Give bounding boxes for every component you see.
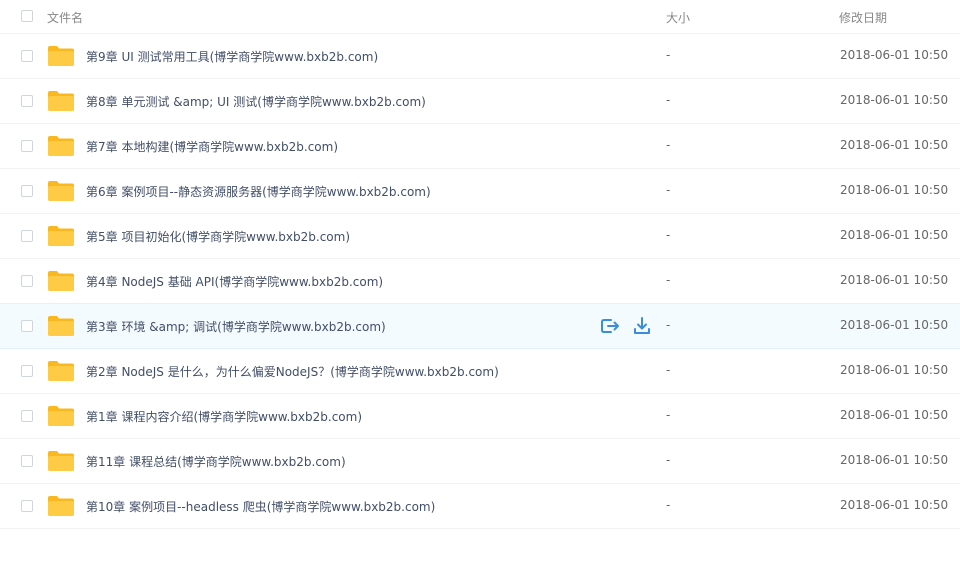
file-date: 2018-06-01 10:50	[840, 93, 949, 107]
folder-icon	[48, 226, 74, 246]
file-size: -	[666, 273, 671, 287]
file-name[interactable]: 第1章 课程内容介绍(博学商学院www.bxb2b.com)	[86, 408, 362, 425]
file-date: 2018-06-01 10:50	[840, 318, 949, 332]
file-date: 2018-06-01 10:50	[840, 453, 949, 467]
file-row[interactable]: 第2章 NodeJS 是什么，为什么偏爱NodeJS？(博学商学院www.bxb…	[0, 349, 960, 394]
share-icon[interactable]	[600, 317, 620, 335]
file-size: -	[666, 363, 671, 377]
file-row[interactable]: 第6章 案例项目--静态资源服务器(博学商学院www.bxb2b.com) - …	[0, 169, 960, 214]
file-date: 2018-06-01 10:50	[840, 363, 949, 377]
row-checkbox[interactable]	[21, 320, 33, 332]
file-name[interactable]: 第10章 案例项目--headless 爬虫(博学商学院www.bxb2b.co…	[86, 498, 435, 515]
folder-icon	[48, 136, 74, 156]
file-size: -	[666, 408, 671, 422]
row-checkbox[interactable]	[21, 140, 33, 152]
row-checkbox[interactable]	[21, 50, 33, 62]
file-row[interactable]: 第3章 环境 &amp; 调试(博学商学院www.bxb2b.com) - 20…	[0, 303, 960, 349]
file-name[interactable]: 第5章 项目初始化(博学商学院www.bxb2b.com)	[86, 228, 350, 245]
column-header-size[interactable]: 大小	[666, 9, 690, 26]
file-name[interactable]: 第8章 单元测试 &amp; UI 测试(博学商学院www.bxb2b.com)	[86, 93, 426, 110]
folder-icon	[48, 46, 74, 66]
file-row[interactable]: 第10章 案例项目--headless 爬虫(博学商学院www.bxb2b.co…	[0, 484, 960, 529]
file-date: 2018-06-01 10:50	[840, 273, 949, 287]
folder-icon	[48, 271, 74, 291]
file-date: 2018-06-01 10:50	[840, 183, 949, 197]
folder-icon	[48, 181, 74, 201]
row-checkbox[interactable]	[21, 275, 33, 287]
file-row[interactable]: 第5章 项目初始化(博学商学院www.bxb2b.com) - 2018-06-…	[0, 214, 960, 259]
file-date: 2018-06-01 10:50	[840, 408, 949, 422]
select-all-checkbox[interactable]	[21, 10, 33, 22]
folder-icon	[48, 361, 74, 381]
file-row[interactable]: 第11章 课程总结(博学商学院www.bxb2b.com) - 2018-06-…	[0, 439, 960, 484]
file-size: -	[666, 453, 671, 467]
file-row[interactable]: 第9章 UI 测试常用工具(博学商学院www.bxb2b.com) - 2018…	[0, 34, 960, 79]
file-name[interactable]: 第11章 课程总结(博学商学院www.bxb2b.com)	[86, 453, 346, 470]
file-date: 2018-06-01 10:50	[840, 498, 949, 512]
file-size: -	[666, 228, 671, 242]
file-size: -	[666, 318, 671, 332]
file-date: 2018-06-01 10:50	[840, 48, 949, 62]
row-checkbox[interactable]	[21, 500, 33, 512]
folder-icon	[48, 316, 74, 336]
row-checkbox[interactable]	[21, 410, 33, 422]
file-size: -	[666, 498, 671, 512]
row-checkbox[interactable]	[21, 230, 33, 242]
column-header-date[interactable]: 修改日期	[839, 9, 887, 26]
folder-icon	[48, 91, 74, 111]
file-name[interactable]: 第4章 NodeJS 基础 API(博学商学院www.bxb2b.com)	[86, 273, 383, 290]
download-icon[interactable]	[632, 317, 652, 335]
list-header: 文件名 大小 修改日期	[0, 0, 960, 34]
file-size: -	[666, 48, 671, 62]
file-name[interactable]: 第9章 UI 测试常用工具(博学商学院www.bxb2b.com)	[86, 48, 378, 65]
file-name[interactable]: 第7章 本地构建(博学商学院www.bxb2b.com)	[86, 138, 338, 155]
file-list: 文件名 大小 修改日期 第9章 UI 测试常用工具(博学商学院www.bxb2b…	[0, 0, 960, 569]
row-checkbox[interactable]	[21, 365, 33, 377]
file-row[interactable]: 第1章 课程内容介绍(博学商学院www.bxb2b.com) - 2018-06…	[0, 394, 960, 439]
file-name[interactable]: 第6章 案例项目--静态资源服务器(博学商学院www.bxb2b.com)	[86, 183, 431, 200]
file-name[interactable]: 第3章 环境 &amp; 调试(博学商学院www.bxb2b.com)	[86, 318, 386, 335]
file-date: 2018-06-01 10:50	[840, 138, 949, 152]
file-size: -	[666, 183, 671, 197]
row-checkbox[interactable]	[21, 95, 33, 107]
file-date: 2018-06-01 10:50	[840, 228, 949, 242]
file-row[interactable]: 第4章 NodeJS 基础 API(博学商学院www.bxb2b.com) - …	[0, 259, 960, 304]
column-header-name[interactable]: 文件名	[47, 9, 83, 26]
folder-icon	[48, 496, 74, 516]
file-size: -	[666, 93, 671, 107]
file-name[interactable]: 第2章 NodeJS 是什么，为什么偏爱NodeJS？(博学商学院www.bxb…	[86, 363, 499, 380]
folder-icon	[48, 406, 74, 426]
folder-icon	[48, 451, 74, 471]
file-row[interactable]: 第7章 本地构建(博学商学院www.bxb2b.com) - 2018-06-0…	[0, 124, 960, 169]
file-size: -	[666, 138, 671, 152]
row-checkbox[interactable]	[21, 185, 33, 197]
row-checkbox[interactable]	[21, 455, 33, 467]
file-row[interactable]: 第8章 单元测试 &amp; UI 测试(博学商学院www.bxb2b.com)…	[0, 79, 960, 124]
